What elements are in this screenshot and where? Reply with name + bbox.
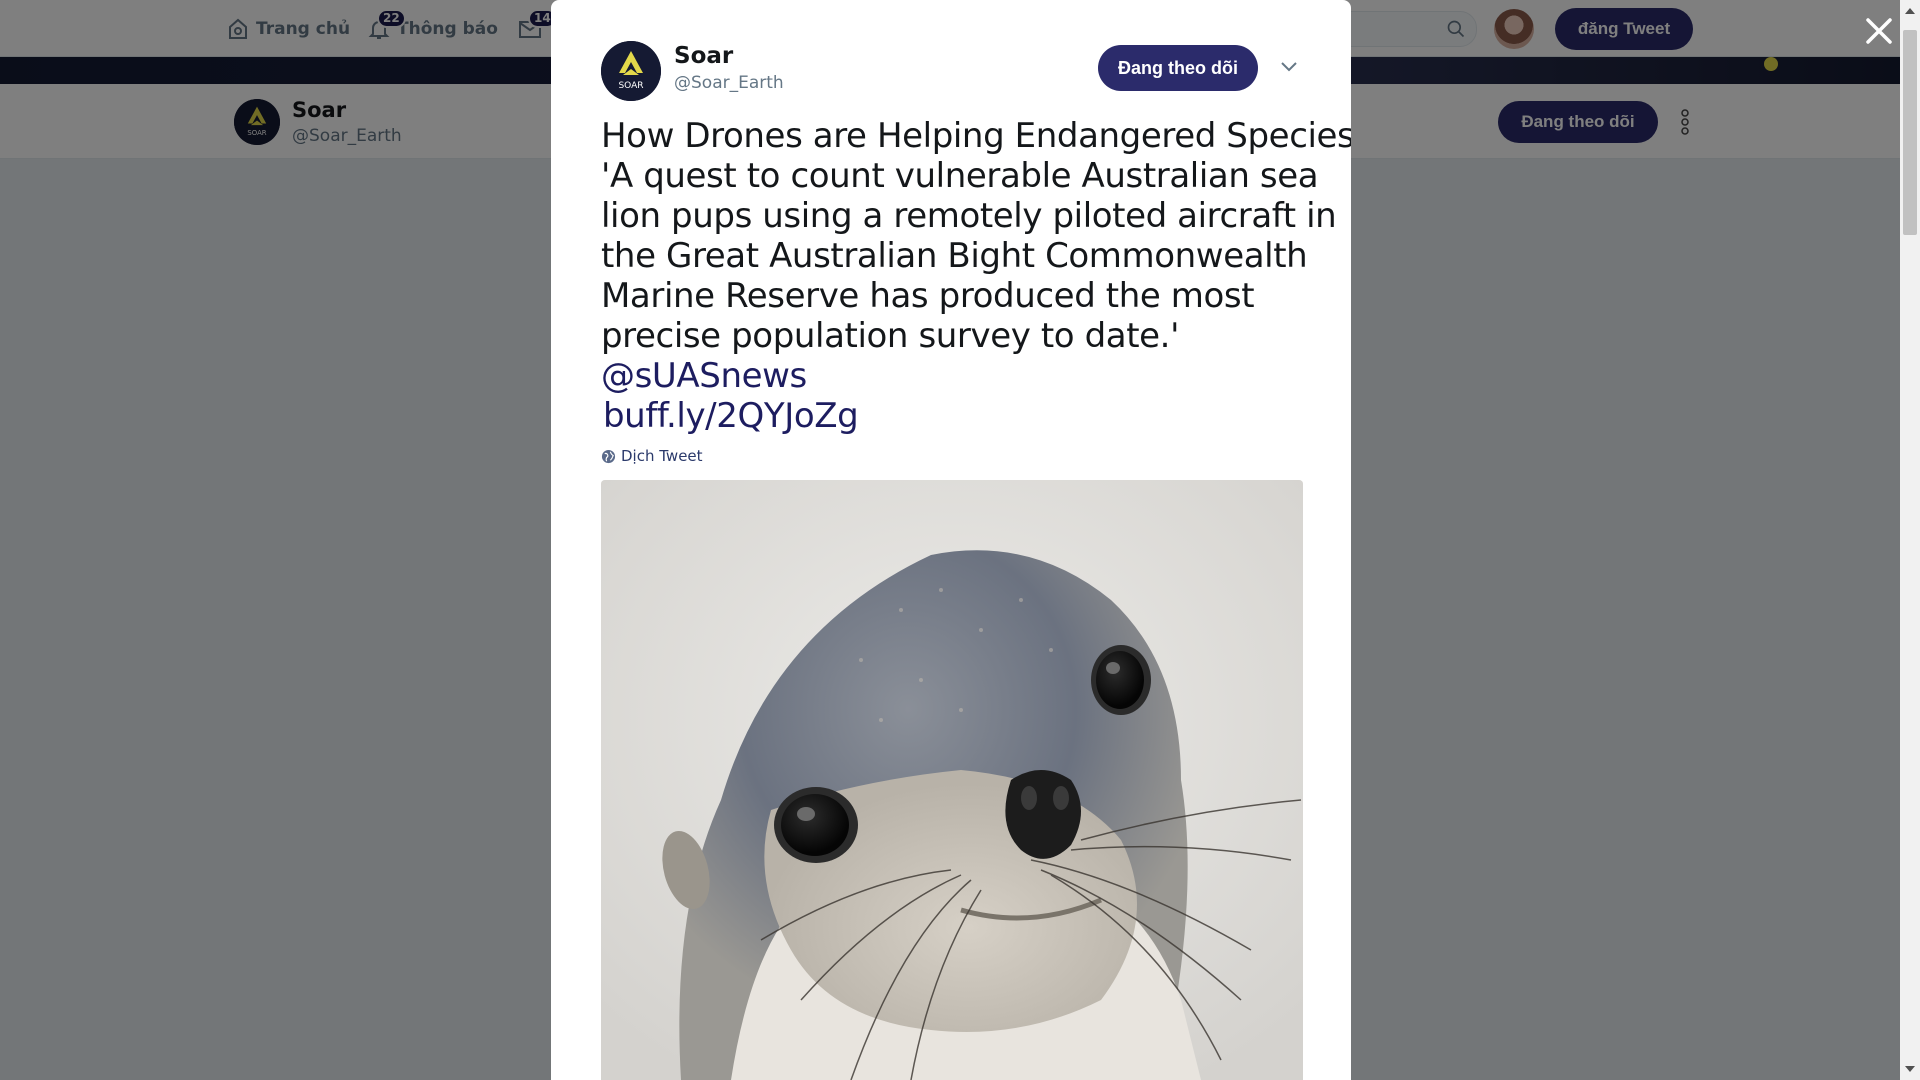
tweet-text-line: 'A quest to count vulnerable Australian … — [601, 156, 1319, 196]
sea-lion-pup-photo — [601, 480, 1303, 1080]
soar-logo-icon: SOAR — [601, 41, 661, 101]
page-scrollbar[interactable] — [1900, 0, 1920, 1080]
globe-icon — [601, 449, 616, 463]
tweet-photo[interactable] — [601, 480, 1303, 1080]
tweet-text-line: Marine Reserve has produced the most — [601, 276, 1255, 316]
scroll-down-arrow-icon[interactable] — [1905, 1066, 1915, 1072]
svg-text:SOAR: SOAR — [618, 81, 643, 91]
chevron-down-icon[interactable] — [1279, 60, 1299, 74]
mention-link[interactable]: @sUASnews — [601, 356, 1321, 396]
tweet-text: How Drones are Helping Endangered Specie… — [601, 116, 1351, 436]
tweet-text-line: How Drones are Helping Endangered Specie… — [601, 116, 1351, 156]
close-icon[interactable] — [1862, 14, 1896, 48]
scroll-thumb[interactable] — [1903, 30, 1917, 235]
tweet-text-line: the Great Australian Bight Commonwealth — [601, 236, 1308, 276]
tweet-author-name[interactable]: Soar — [674, 43, 733, 69]
tweet-modal: SOAR Soar @Soar_Earth Đang theo dõi How … — [551, 0, 1351, 1080]
tweet-author-handle[interactable]: @Soar_Earth — [674, 73, 784, 93]
tweet-follow-button[interactable]: Đang theo dõi — [1098, 45, 1258, 91]
translate-label: Dịch Tweet — [621, 447, 703, 465]
translate-tweet-link[interactable]: Dịch Tweet — [601, 447, 703, 465]
scroll-up-arrow-icon[interactable] — [1905, 8, 1915, 14]
tweet-text-line: lion pups using a remotely piloted aircr… — [601, 196, 1337, 236]
tweet-text-line: precise population survey to date.' — [601, 316, 1180, 356]
tweet-author-avatar[interactable]: SOAR — [601, 41, 661, 101]
url-link[interactable]: buff.ly/2QYJoZg — [601, 396, 1321, 436]
